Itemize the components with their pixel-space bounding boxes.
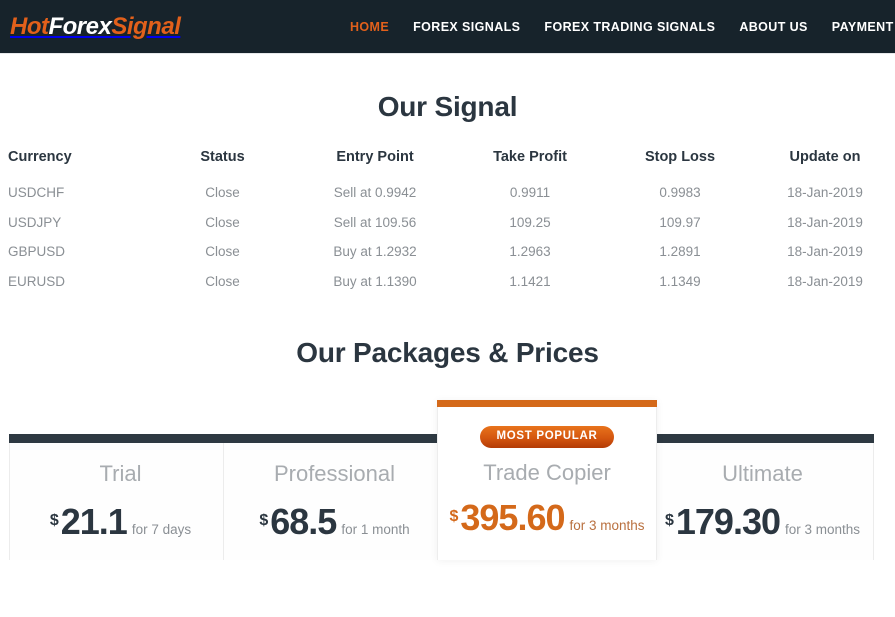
logo-text-hot: Hot [10,12,49,40]
pricing-card-ultimate[interactable]: Ultimate $ 179.30 for 3 months [651,433,874,560]
column-header-entry-point: Entry Point [336,148,414,165]
signal-section-title: Our Signal [377,91,518,122]
site-header: HotForexSignal HOME FOREX SIGNALS FOREX … [0,0,895,54]
pricing-card-professional[interactable]: Professional $ 68.5 for 1 month [223,433,446,560]
column-header-currency: Currency [8,148,72,165]
plan-name: Trade Copier [483,460,611,486]
plan-period: for 3 months [784,521,861,537]
cell-update-on: 18-Jan-2019 [787,244,863,260]
cell-entry-point: Buy at 1.1390 [333,273,417,289]
cell-take-profit: 1.1421 [509,273,551,289]
card-top-accent-bar [437,399,657,407]
nav-item-forex-signals[interactable]: FOREX SIGNALS [401,21,532,34]
cell-update-on: 18-Jan-2019 [787,185,863,201]
currency-symbol: $ [664,511,674,529]
table-header-row: Currency Status Entry Point Take Profit … [0,150,895,171]
cell-status: Close [205,185,240,201]
plan-price-line: $ 68.5 for 1 month [224,500,445,542]
cell-currency: EURUSD [8,273,66,289]
pricing-card-row: Trial $ 21.1 for 7 days Professional $ 6… [0,399,895,560]
plan-name: Professional [273,460,396,486]
nav-item-payment-ways[interactable]: PAYMENT WAYS [820,21,895,34]
pricing-card-trial[interactable]: Trial $ 21.1 for 7 days [9,433,232,560]
plan-period: for 7 days [131,521,192,537]
table-row: USDJPY Close Sell at 109.56 109.25 109.9… [0,200,895,230]
cell-take-profit: 1.2963 [509,244,551,260]
plan-name: Ultimate [722,460,803,486]
table-row: USDCHF Close Sell at 0.9942 0.9911 0.998… [0,170,895,200]
currency-symbol: $ [449,508,459,526]
cell-stop-loss: 1.2891 [659,244,701,260]
nav-item-forex-trading-signals[interactable]: FOREX TRADING SIGNALS [532,21,727,34]
cell-entry-point: Sell at 0.9942 [333,185,417,201]
column-header-stop-loss: Stop Loss [644,148,716,165]
packages-section-title: Our Packages & Prices [296,337,599,369]
plan-price: 68.5 [270,500,337,542]
card-top-accent-bar [9,433,232,443]
plan-price-line: $ 21.1 for 7 days [10,500,231,542]
cell-status: Close [205,214,240,230]
currency-symbol: $ [259,511,269,529]
column-header-take-profit: Take Profit [493,148,567,165]
column-header-status: Status [200,148,245,165]
cell-status: Close [205,244,240,260]
nav-item-home[interactable]: HOME [338,21,401,34]
cell-stop-loss: 1.1349 [659,273,701,289]
signal-table: Currency Status Entry Point Take Profit … [0,150,895,289]
cell-entry-point: Buy at 1.2932 [333,244,417,260]
currency-symbol: $ [49,511,59,529]
card-top-accent-bar [223,433,446,443]
plan-price-line: $ 395.60 for 3 months [438,500,656,536]
nav-item-about-us[interactable]: ABOUT US [727,21,819,34]
cell-currency: USDCHF [8,185,65,201]
card-top-accent-bar [651,433,874,443]
plan-price-line: $ 179.30 for 3 months [652,500,873,542]
pricing-card-trade-copier[interactable]: MOST POPULAR Trade Copier $ 395.60 for 3… [437,399,657,560]
logo-text-forex: Forex [48,12,112,40]
signal-section: Our Signal Currency Status Entry Point T… [0,54,895,288]
table-row: EURUSD Close Buy at 1.1390 1.1421 1.1349… [0,259,895,289]
cell-currency: GBPUSD [8,244,66,260]
cell-take-profit: 109.25 [509,214,551,230]
cell-update-on: 18-Jan-2019 [787,273,863,289]
column-header-update-on: Update on [789,148,861,165]
cell-take-profit: 0.9911 [509,185,551,201]
cell-stop-loss: 109.97 [659,214,701,230]
cell-entry-point: Sell at 109.56 [333,214,417,230]
plan-price: 179.30 [675,500,781,542]
cell-currency: USDJPY [8,214,62,230]
site-logo[interactable]: HotForexSignal [10,12,181,40]
table-row: GBPUSD Close Buy at 1.2932 1.2963 1.2891… [0,229,895,259]
packages-section: Our Packages & Prices Trial $ 21.1 for 7… [0,336,895,560]
plan-price: 21.1 [60,500,128,542]
cell-status: Close [205,273,240,289]
plan-name: Trial [99,460,142,486]
plan-period: for 3 months [569,518,645,534]
plan-period: for 1 month [341,521,410,537]
plan-price: 395.60 [460,497,565,539]
most-popular-badge: MOST POPULAR [480,425,614,449]
cell-stop-loss: 0.9983 [659,185,701,201]
main-navigation: HOME FOREX SIGNALS FOREX TRADING SIGNALS… [338,0,895,54]
logo-text-signal: Signal [111,12,181,40]
cell-update-on: 18-Jan-2019 [787,214,863,230]
